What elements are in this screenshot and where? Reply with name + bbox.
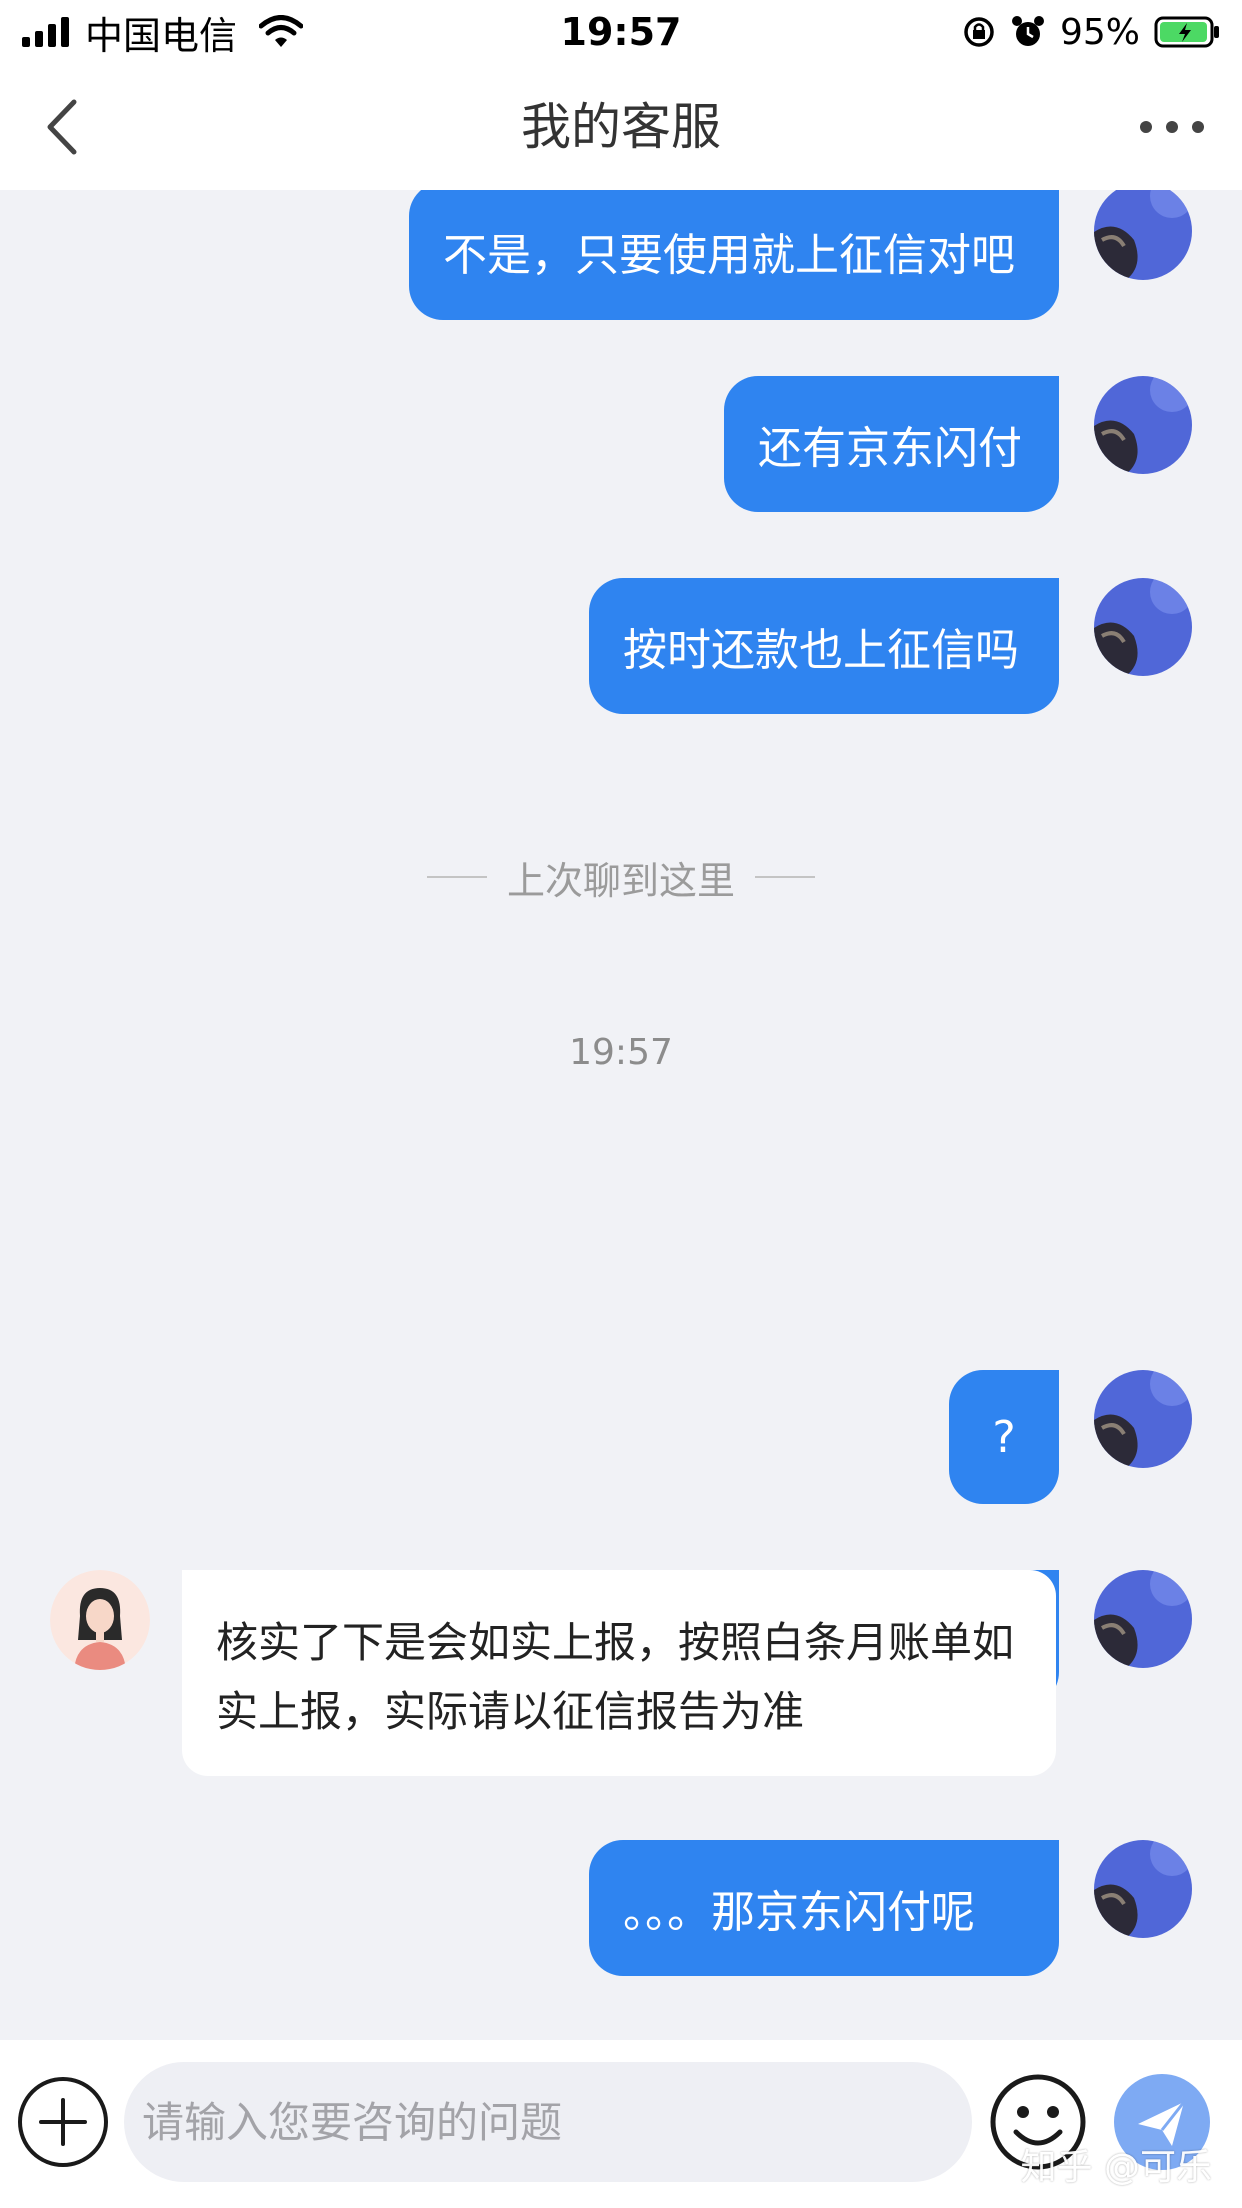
rotation-lock-icon [964, 17, 994, 47]
message-text: 。。。那京东闪付呢 [623, 1887, 975, 1938]
history-divider: 上次聊到这里 [0, 852, 1242, 903]
back-chevron-icon[interactable] [40, 96, 100, 158]
user-avatar[interactable] [1094, 1840, 1192, 1938]
message-timestamp: 19:57 [569, 1032, 673, 1073]
message-text: ? [992, 1411, 1016, 1463]
chat-area[interactable]: 不是，只要使用就上征信对吧 还有京东闪付 按时还款也上征信吗 上次聊到这里 19… [0, 190, 1242, 2040]
agent-avatar[interactable] [50, 1570, 150, 1670]
message-bubble-user[interactable]: ? [949, 1370, 1059, 1504]
message-bubble-agent[interactable]: 核实了下是会如实上报，按照白条月账单如实上报，实际请以征信报告为准 [182, 1570, 1056, 1776]
message-text: 还有京东闪付 [758, 423, 1022, 474]
alarm-icon [1011, 16, 1044, 46]
divider-label: 上次聊到这里 [506, 858, 735, 903]
message-text: 核实了下是会如实上报，按照白条月账单如实上报，实际请以征信报告为准 [216, 1618, 1015, 1736]
message-input[interactable] [124, 2062, 972, 2182]
watermark: 知乎 @可乐 [1020, 2147, 1212, 2188]
message-text: 不是，只要使用就上征信对吧 [443, 230, 1015, 281]
user-avatar[interactable] [1094, 190, 1192, 280]
page-title: 我的客服 [521, 98, 721, 156]
message-bubble-user[interactable]: 还有京东闪付 [724, 376, 1059, 512]
user-avatar[interactable] [1094, 376, 1192, 474]
user-avatar[interactable] [1094, 578, 1192, 676]
message-text: 按时还款也上征信吗 [623, 625, 1019, 676]
status-bar: 中国电信 19:57 95% [0, 0, 1242, 64]
divider-line [426, 876, 487, 878]
message-bubble-user[interactable]: 按时还款也上征信吗 [589, 578, 1059, 714]
battery-icon [1154, 16, 1219, 48]
nav-bar: 我的客服 [0, 64, 1242, 190]
input-bar: 知乎 @可乐 [0, 2040, 1242, 2208]
user-avatar[interactable] [1094, 1570, 1192, 1668]
more-dots-icon[interactable] [1136, 110, 1208, 144]
message-bubble-user[interactable]: 不是，只要使用就上征信对吧 [409, 190, 1059, 320]
user-avatar[interactable] [1094, 1370, 1192, 1468]
divider-line [755, 876, 815, 878]
message-bubble-user[interactable]: 。。。那京东闪付呢 [589, 1840, 1059, 1976]
battery-percent: 95% [1059, 11, 1140, 53]
plus-icon[interactable] [16, 2075, 110, 2169]
